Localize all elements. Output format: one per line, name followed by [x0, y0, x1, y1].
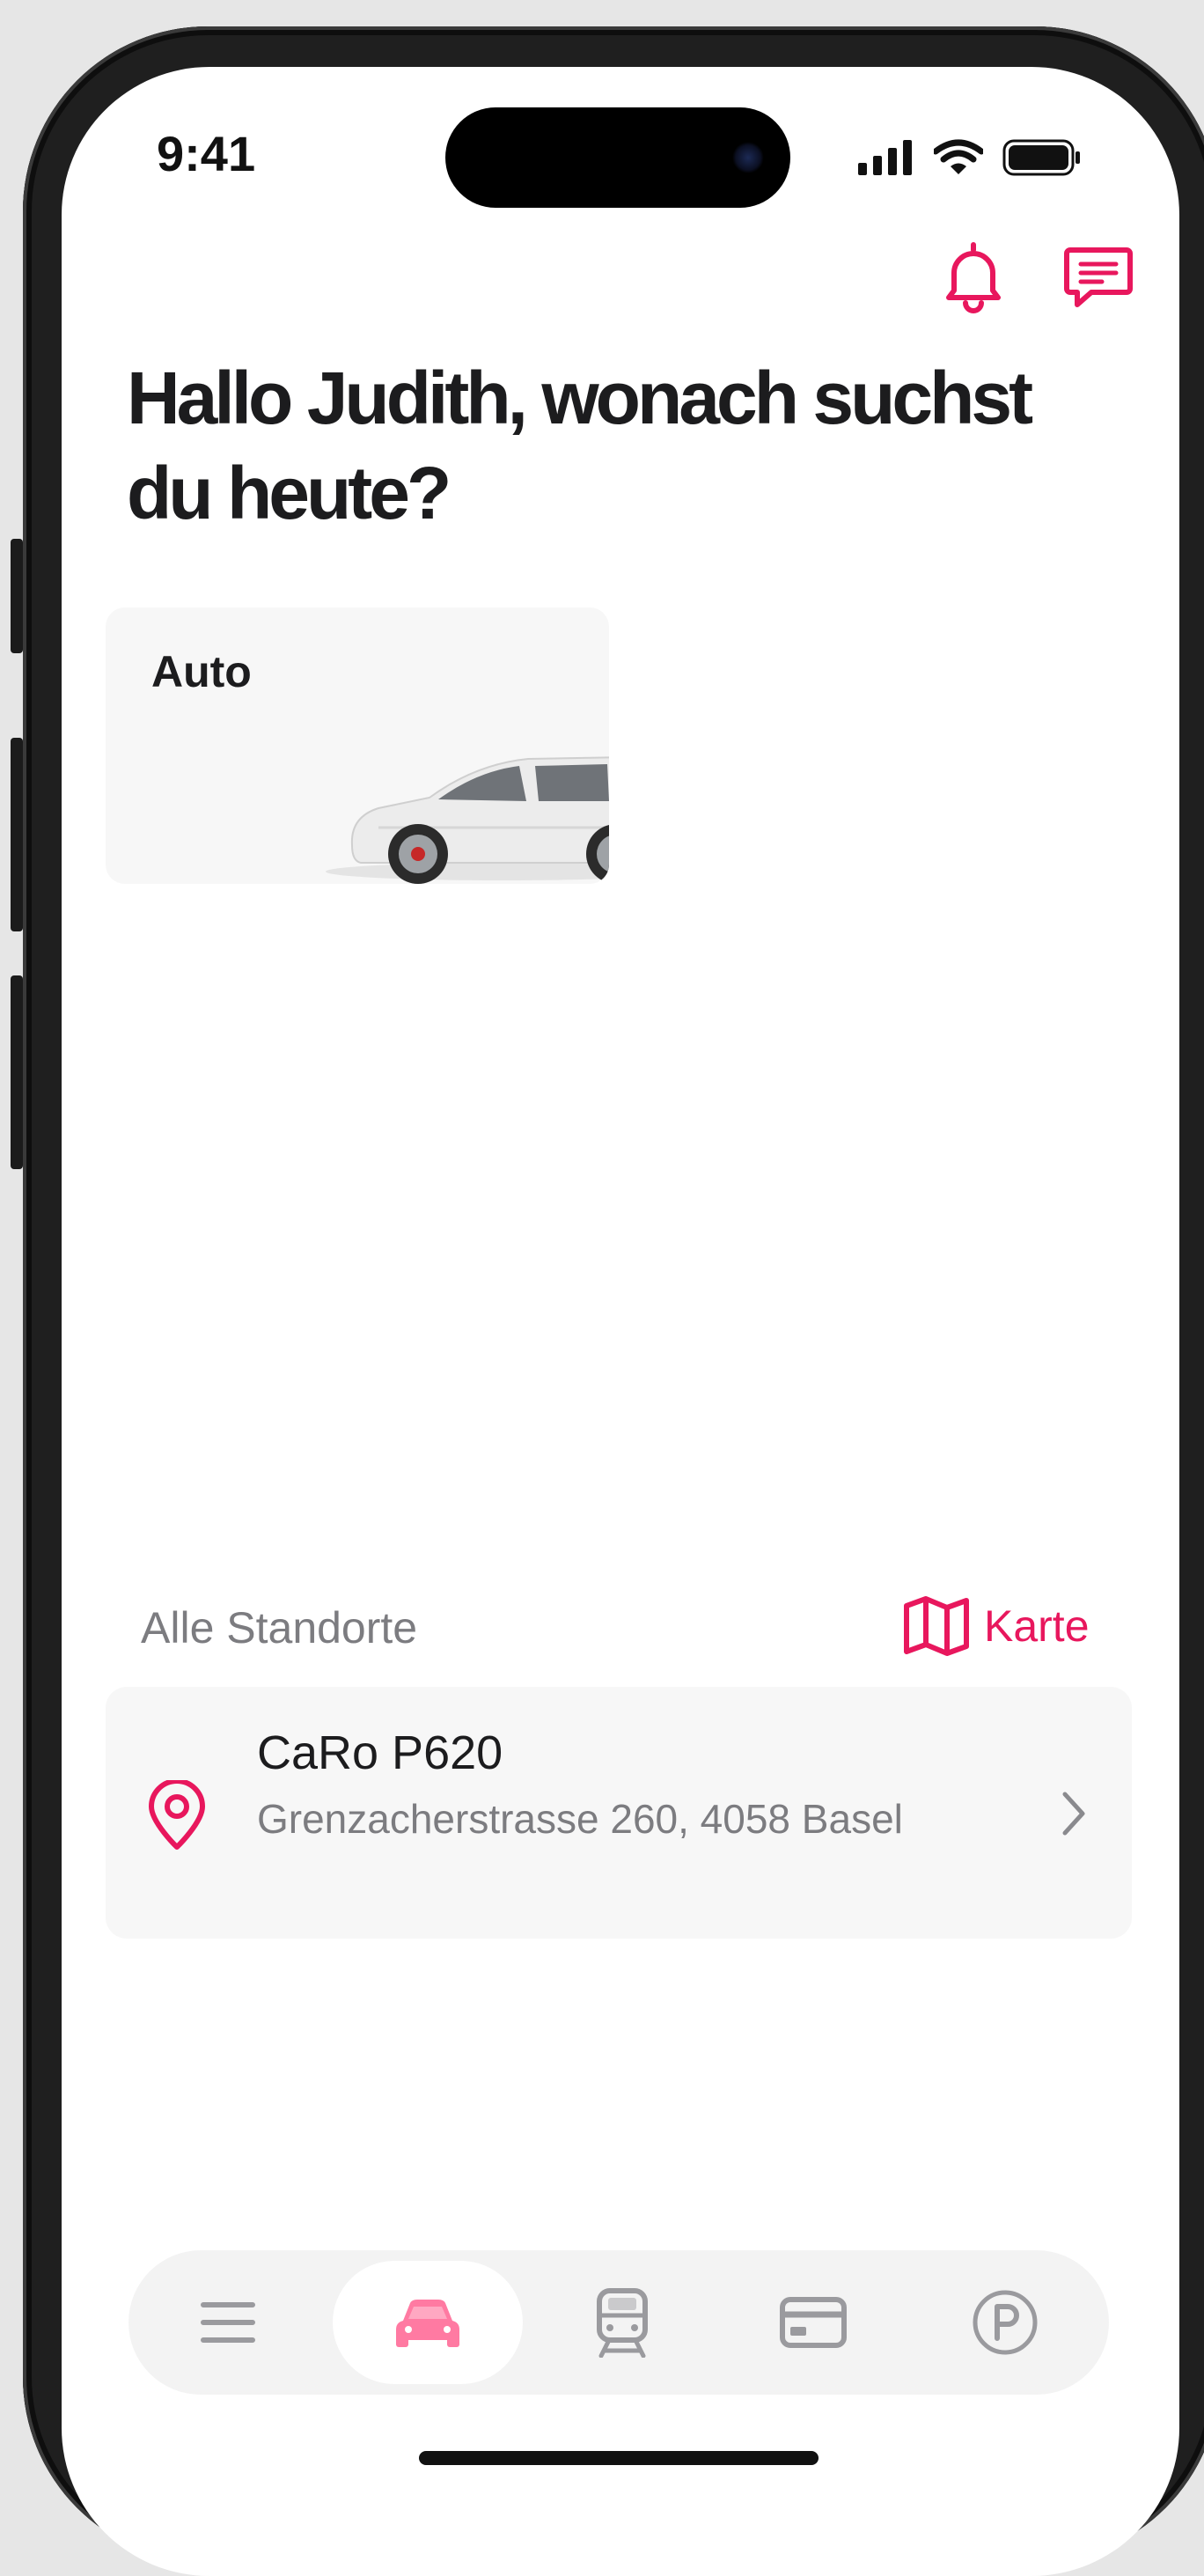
chevron-right-icon [1062, 1792, 1085, 1836]
home-indicator [419, 2451, 819, 2465]
car-image [326, 756, 609, 884]
train-icon [597, 2288, 648, 2358]
map-icon [904, 1596, 969, 1656]
status-time: 9:41 [157, 126, 256, 181]
parking-icon [973, 2290, 1038, 2355]
chat-icon [1064, 247, 1133, 307]
signal-icon [858, 140, 912, 175]
device-button-action [11, 539, 23, 653]
page-title: Hallo Judith, wonach suchst du heute? [127, 357, 1033, 534]
status-icons [858, 137, 1082, 178]
map-link[interactable]: Karte [903, 1595, 1090, 1657]
bell-icon [946, 242, 1001, 313]
location-card[interactable]: CaRo P620 Grenzacherstrasse 260, 4058 Ba… [106, 1687, 1132, 1939]
category-card-auto[interactable]: Auto [106, 607, 609, 884]
tab-menu[interactable] [180, 2261, 276, 2384]
car-icon [396, 2300, 459, 2347]
device-button-volume-up [11, 738, 23, 931]
messages-button[interactable] [1061, 239, 1135, 313]
location-address: Grenzacherstrasse 260, 4058 Basel [257, 1796, 903, 1842]
menu-icon [201, 2302, 255, 2343]
battery-icon [1002, 139, 1080, 176]
category-label: Auto [151, 647, 252, 696]
tab-payment[interactable] [760, 2261, 866, 2384]
tab-parking[interactable] [952, 2261, 1058, 2384]
tab-car[interactable] [333, 2261, 523, 2384]
card-icon [780, 2297, 847, 2348]
location-name: CaRo P620 [257, 1726, 503, 1779]
tab-train[interactable] [574, 2261, 671, 2384]
section-title: Alle Standorte [141, 1603, 418, 1652]
tab-bar [128, 2250, 1109, 2395]
map-link-label: Karte [984, 1601, 1090, 1651]
camera-icon [732, 142, 764, 173]
wifi-icon [934, 139, 983, 174]
location-pin-icon [149, 1780, 205, 1850]
device-button-volume-down [11, 975, 23, 1169]
dynamic-island [445, 107, 790, 208]
notifications-button[interactable] [936, 239, 1010, 313]
